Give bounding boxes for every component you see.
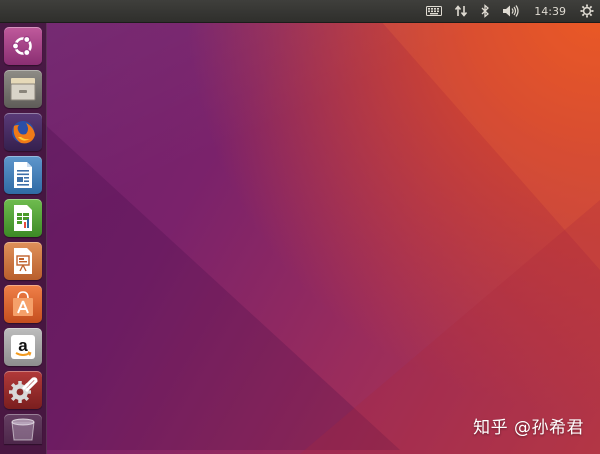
network-indicator[interactable]	[448, 0, 474, 22]
ubuntu-logo-icon	[11, 35, 32, 57]
watermark-text: 知乎 @孙希君	[473, 418, 584, 438]
launcher-item-files[interactable]	[4, 70, 42, 108]
impress-presentation-icon	[14, 248, 32, 274]
launcher-item-system-settings[interactable]	[4, 371, 42, 409]
file-cabinet-icon	[10, 78, 36, 101]
calc-spreadsheet-icon	[14, 205, 32, 231]
launcher-item-firefox[interactable]	[4, 113, 42, 151]
settings-wrench-gear-icon	[9, 377, 38, 403]
bluetooth-indicator[interactable]	[474, 0, 496, 22]
firefox-icon	[12, 121, 35, 144]
shopping-bag-icon	[13, 291, 33, 316]
launcher-item-ubuntu-software[interactable]	[4, 285, 42, 323]
launcher-item-amazon[interactable]: a	[4, 328, 42, 366]
desktop-wallpaper	[0, 0, 600, 454]
launcher-item-impress[interactable]	[4, 242, 42, 280]
keyboard-icon	[426, 6, 443, 16]
amazon-glyph: a	[18, 336, 28, 355]
launcher-item-trash[interactable]	[4, 414, 42, 444]
power-gear-icon	[580, 4, 594, 18]
keyboard-indicator[interactable]	[420, 0, 448, 22]
bluetooth-icon	[481, 4, 490, 18]
clock[interactable]: 14:39	[526, 0, 574, 22]
volume-icon	[503, 5, 519, 17]
writer-document-icon	[14, 162, 32, 188]
session-indicator[interactable]	[574, 0, 600, 22]
launcher-item-calc[interactable]	[4, 199, 42, 237]
top-panel: 14:39	[0, 0, 600, 23]
launcher: a	[0, 23, 47, 454]
network-icon	[455, 5, 468, 17]
sound-indicator[interactable]	[496, 0, 526, 22]
launcher-item-dash-home[interactable]	[4, 27, 42, 65]
trash-icon	[11, 418, 35, 441]
launcher-item-writer[interactable]	[4, 156, 42, 194]
amazon-icon: a	[11, 335, 35, 359]
